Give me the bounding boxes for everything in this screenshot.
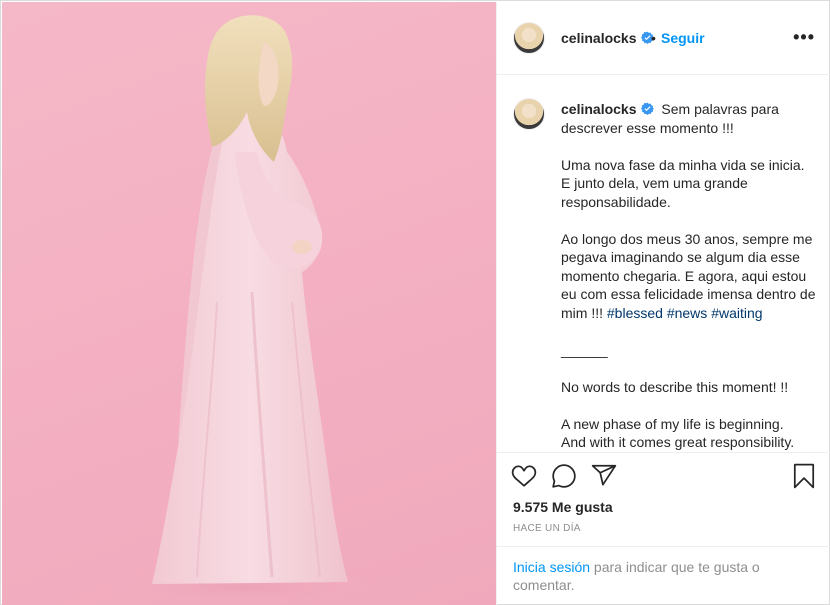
login-link[interactable]: Inicia sesión	[513, 559, 590, 575]
caption-username[interactable]: celinalocks	[561, 101, 654, 117]
hashtag-link[interactable]: #blessed	[607, 305, 663, 321]
caption-area: celinalocks Sem palavras para descrever …	[497, 76, 830, 452]
bookmark-icon[interactable]	[791, 463, 817, 489]
username-link[interactable]: celinalocks	[561, 30, 654, 46]
post-timestamp[interactable]: HACE UN DÍA	[513, 523, 581, 534]
caption-english-1: No words to describe this moment! !!	[561, 378, 789, 395]
comment-icon[interactable]	[551, 463, 577, 489]
caption-english-3: And with it comes great responsibility.	[561, 434, 795, 450]
login-prompt: Inicia sesión para indicar que te gusta …	[497, 546, 830, 605]
avatar[interactable]	[513, 22, 545, 54]
separator-dot: •	[651, 30, 656, 46]
heart-icon[interactable]	[511, 463, 537, 489]
caption-text: celinalocks Sem palavras para descrever …	[561, 100, 817, 452]
caption-paragraph-2: Uma nova fase da minha vida se inicia. E…	[561, 156, 805, 210]
post-photo[interactable]	[2, 2, 496, 605]
post-modal: celinalocks • Seguir ••• celinalocks Sem…	[0, 0, 830, 605]
caption-divider: ______	[561, 341, 608, 358]
follow-button[interactable]: Seguir	[661, 30, 705, 46]
caption-avatar[interactable]	[513, 98, 545, 130]
photo-illustration	[102, 15, 382, 605]
likes-count[interactable]: 9.575 Me gusta	[513, 499, 613, 515]
hashtag-link[interactable]: #news	[667, 305, 707, 321]
post-sidebar: celinalocks • Seguir ••• celinalocks Sem…	[496, 2, 830, 605]
verified-badge-icon	[640, 102, 654, 115]
share-icon[interactable]	[591, 463, 617, 489]
hashtag-link[interactable]: #waiting	[711, 305, 762, 321]
more-options-icon[interactable]: •••	[793, 28, 815, 46]
post-header: celinalocks • Seguir •••	[497, 2, 830, 75]
action-bar: 9.575 Me gusta HACE UN DÍA	[497, 452, 830, 546]
caption-english-2: A new phase of my life is beginning.	[561, 415, 784, 432]
